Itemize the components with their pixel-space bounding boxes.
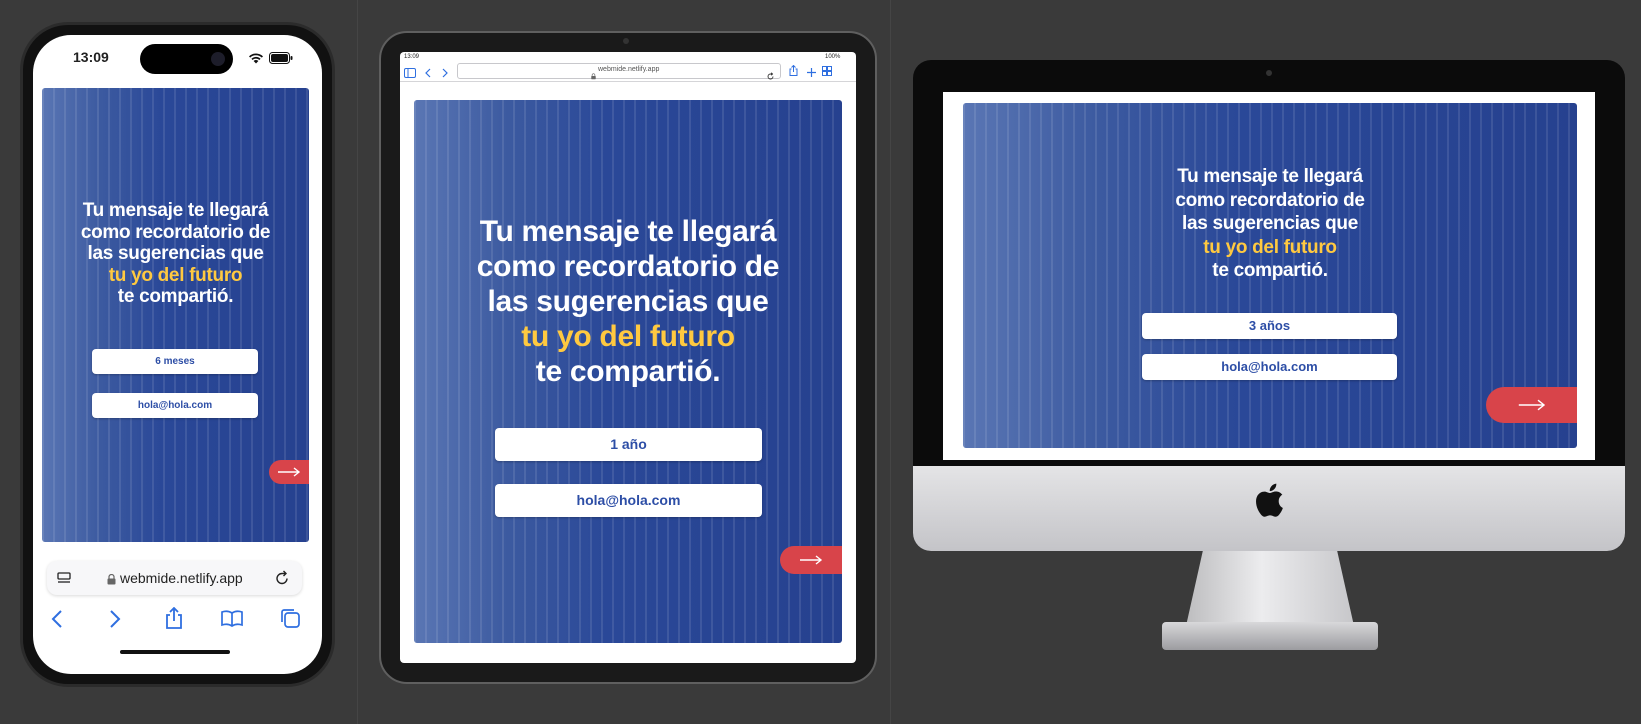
headline-line: Tu mensaje te llegará [82,200,269,221]
tablet-device: 13:09 100% webmide.netlify.app Tu mensaj… [379,31,877,684]
phone-screen: 13:09 Tu mensaje te llegará como recorda… [33,35,322,674]
headline-line: Tu mensaje te llegará [479,215,777,248]
headline-line: te compartió. [117,286,234,307]
lock-icon [107,572,116,590]
share-icon[interactable] [165,606,183,634]
imac-stand-foot [1162,622,1378,650]
panel-divider [890,0,891,724]
new-tab-icon[interactable] [807,64,816,82]
email-field[interactable]: hola@hola.com [1142,354,1397,380]
wifi-icon [248,51,264,69]
tabs-icon[interactable] [822,63,832,81]
tablet-url: webmide.netlify.app [598,66,660,73]
headline-highlight: tu yo del futuro [108,264,243,286]
imac-screen: Tu mensaje te llegará como recordatorio … [943,92,1595,460]
arrow-right-icon [800,555,823,565]
next-button[interactable] [780,546,842,574]
headline-line: Tu mensaje te llegará [1177,166,1363,187]
forward-icon[interactable] [109,610,121,633]
share-icon[interactable] [789,63,798,81]
headline-line: te compartió. [1212,260,1328,281]
headline-line: te compartió. [535,355,721,388]
phone-status-time: 13:09 [73,49,109,65]
imac-headline: Tu mensaje te llegará como recordatorio … [963,165,1577,283]
imac-stand [1186,551,1354,626]
phone-device: 13:09 Tu mensaje te llegará como recorda… [20,22,335,687]
headline-line: como recordatorio de [80,221,271,243]
lock-icon [591,67,596,85]
tablet-page-stage: Tu mensaje te llegará como recordatorio … [414,100,842,643]
period-select[interactable]: 3 años [1142,313,1397,339]
reload-icon[interactable] [767,67,774,85]
reader-icon[interactable] [57,571,71,590]
headline-highlight: tu yo del futuro [521,320,735,353]
arrow-right-icon [1518,399,1545,411]
tablet-screen: 13:09 100% webmide.netlify.app Tu mensaj… [400,52,856,663]
phone-headline: Tu mensaje te llegará como recordatorio … [42,200,309,308]
tablet-address-bar[interactable]: webmide.netlify.app [457,63,781,80]
headline-line: como recordatorio de [476,250,780,283]
tablet-toolbar-divider [400,81,856,82]
dynamic-island [140,44,233,74]
period-select[interactable]: 6 meses [92,349,258,374]
headline-line: las sugerencias que [487,285,769,318]
panel-divider [357,0,358,724]
phone-address-bar[interactable]: webmide.netlify.app [47,561,302,595]
headline-line: las sugerencias que [1182,213,1358,234]
headline-highlight: tu yo del futuro [1203,236,1337,258]
tablet-camera [623,38,629,44]
tablet-battery: 100% [825,54,841,60]
imac-chin [913,466,1625,551]
headline-line: las sugerencias que [87,243,264,264]
tablet-headline: Tu mensaje te llegará como recordatorio … [414,214,842,389]
reload-icon[interactable] [275,570,289,590]
imac-device: Tu mensaje te llegará como recordatorio … [913,60,1625,551]
phone-page-stage: Tu mensaje te llegará como recordatorio … [42,88,309,542]
next-button[interactable] [1486,387,1577,423]
tablet-status-time: 13:09 [404,54,420,60]
email-field[interactable]: hola@hola.com [92,393,258,418]
headline-line: como recordatorio de [1175,189,1365,211]
bookmarks-icon[interactable] [221,610,243,632]
tabs-icon[interactable] [280,608,300,633]
battery-icon [269,51,293,69]
email-field[interactable]: hola@hola.com [495,484,762,517]
phone-url: webmide.netlify.app [120,570,243,586]
next-button[interactable] [269,460,309,484]
imac-page-stage: Tu mensaje te llegará como recordatorio … [963,103,1577,448]
period-select[interactable]: 1 año [495,428,762,461]
apple-logo-icon [1254,482,1284,523]
imac-camera [1266,70,1272,76]
arrow-right-icon [278,467,301,477]
back-icon[interactable] [51,610,63,633]
home-indicator [120,650,230,654]
